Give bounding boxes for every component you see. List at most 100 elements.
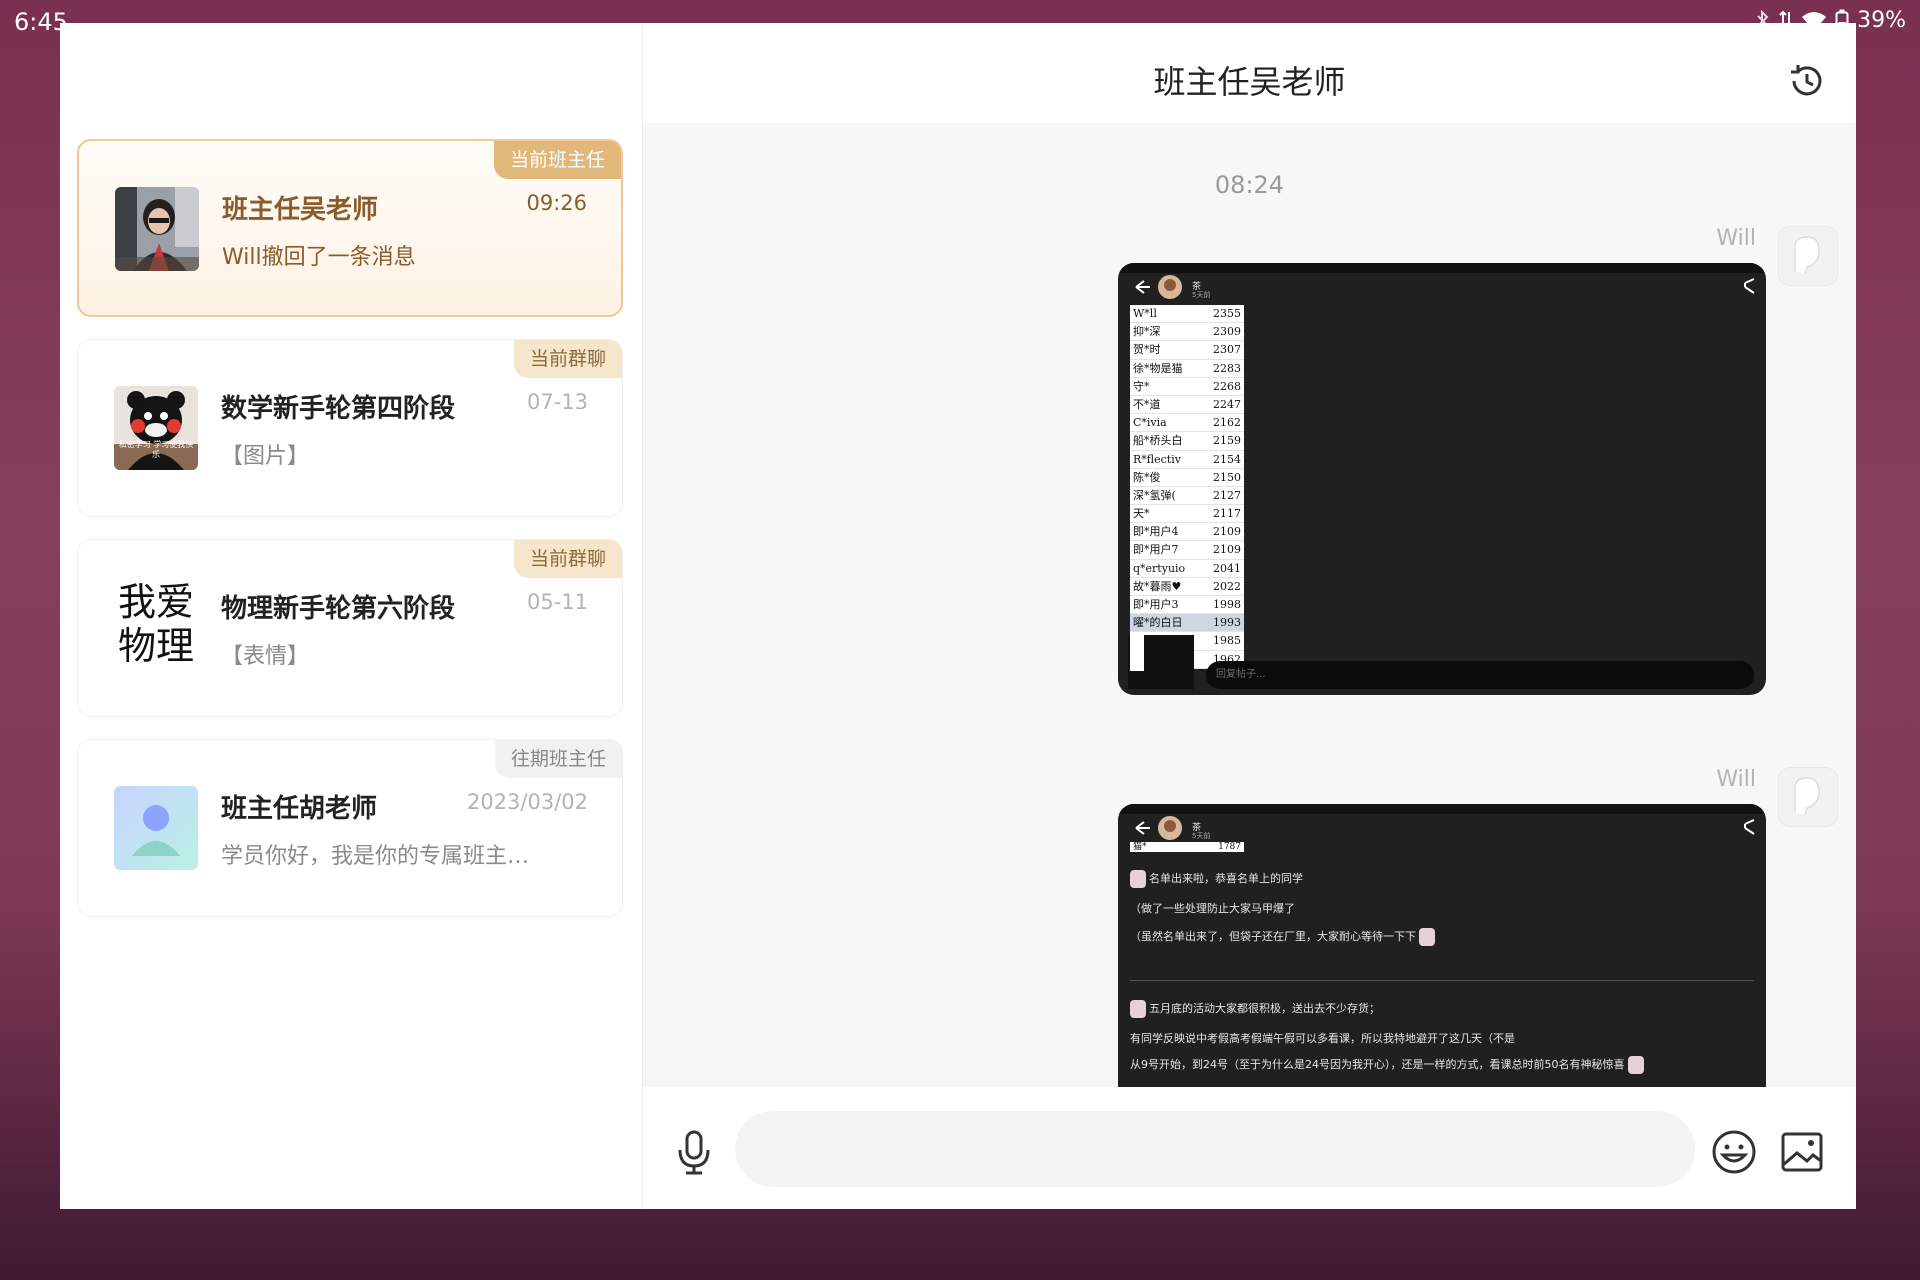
ranking-score: 2041	[1213, 561, 1241, 575]
conversation-name: 班主任吴老师	[222, 195, 379, 225]
ranking-score: 2307	[1213, 343, 1241, 357]
conversation-preview: 【表情】	[221, 644, 310, 669]
screenshot-header	[1135, 275, 1755, 299]
ranking-row: 船*桥头白 2159	[1130, 432, 1244, 451]
sender-avatar-icon	[1794, 236, 1820, 275]
screenshot-line: （虽然名单出来了，但袋子还在厂里，大家耐心等待一下下	[1130, 928, 1438, 946]
ranking-score: 2247	[1213, 397, 1241, 411]
ranking-name: 即*用户3	[1133, 598, 1179, 611]
conversation-name: 数学新手轮第四阶段	[221, 394, 456, 424]
ranking-score: 2154	[1213, 452, 1241, 466]
sticker-icon	[1130, 1000, 1146, 1018]
battery-percent: 39%	[1857, 8, 1906, 33]
screenshot-line-text: （虽然名单出来了，但袋子还在厂里，大家耐心等待一下下	[1130, 930, 1416, 943]
conversation-item-wu[interactable]: 当前班主任 班主任吴老师 09:26 Will撤回了一条消息	[77, 139, 623, 317]
sticker-icon	[1130, 870, 1146, 888]
conversation-preview: 学员你好，我是你的专属班主…	[221, 844, 530, 869]
sender-avatar[interactable]	[1778, 767, 1838, 827]
ranking-row: 徐*物是猫 2283	[1130, 360, 1244, 378]
conversation-item-math[interactable]: 当前群聊 私密学习 学习使我快乐 数学新手轮第四阶段 07-13 【图片】	[77, 339, 623, 517]
chat-pane: 班主任吴老师 08:24 Will 茶 5天前 W*ll 2355 抑*深 23…	[643, 23, 1856, 1209]
ranking-score: 2283	[1213, 361, 1241, 375]
ranking-name: 不*道	[1133, 397, 1161, 411]
screenshot-subtitle: 5天前	[1192, 291, 1211, 299]
screenshot-thumbnail	[1128, 635, 1194, 689]
ranking-name: 即*用户4	[1133, 525, 1179, 539]
microphone-icon[interactable]	[671, 1129, 717, 1175]
avatar-default-user	[114, 786, 198, 870]
avatar-text-physics: 我爱 物理	[114, 580, 198, 672]
ranking-name: 天*	[1133, 507, 1150, 521]
ranking-score: 2109	[1213, 525, 1241, 539]
message-sender: Will	[1716, 767, 1756, 792]
ranking-row: 深*氢弹( 2127	[1130, 487, 1244, 506]
screenshot-line: 从9号开始，到24号（至于为什么是24号因为我开心），还是一样的方式，看课总时前…	[1130, 1056, 1647, 1074]
avatar-teacher-wu	[115, 187, 199, 271]
ranking-name: 即*用户7	[1133, 543, 1179, 557]
ranking-score: 2355	[1213, 307, 1241, 320]
ranking-score: 2022	[1213, 579, 1241, 593]
screenshot-line: 五月底的活动大家都很积极，送出去不少存货；	[1130, 1000, 1380, 1018]
ranking-table: W*ll 2355 抑*深 2309 贺*时 2307 徐*物是猫 2283 守* 2268 不*道…	[1130, 305, 1244, 669]
ranking-score: 1985	[1213, 634, 1241, 648]
conversation-preview: Will撤回了一条消息	[222, 245, 416, 270]
conversation-item-physics[interactable]: 当前群聊 我爱 物理 物理新手轮第六阶段 05-11 【表情】	[77, 539, 623, 717]
ranking-row: 即*用户3 1998	[1130, 596, 1244, 615]
image-message[interactable]: 茶 5天前 猫* 1787 名单出来啦，恭喜名单上的同学 （做了一些处理防止大家…	[1118, 804, 1766, 1104]
conversation-badge: 往期班主任	[494, 740, 622, 778]
ranking-row: 抑*深 2309	[1130, 323, 1244, 342]
top-row-name: 猫*	[1133, 842, 1147, 852]
conversation-badge: 当前班主任	[493, 141, 621, 179]
ranking-name: 守*	[1133, 379, 1150, 393]
ranking-row: q*ertyuio 2041	[1130, 560, 1244, 578]
screenshot-line-text: 名单出来啦，恭喜名单上的同学	[1149, 872, 1303, 885]
emoji-icon[interactable]	[1711, 1129, 1757, 1175]
screenshot-header	[1135, 816, 1755, 840]
top-row-score: 1787	[1218, 842, 1241, 852]
avatar-text-line: 物理	[117, 624, 194, 668]
ranking-row: C*ivia 2162	[1130, 414, 1244, 433]
ranking-name: 深*氢弹(	[1133, 488, 1176, 502]
ranking-name: 抑*深	[1133, 325, 1161, 339]
screenshot-line: 有同学反映说中考假高考假端午假可以多看课，所以我特地避开了这几天（不是	[1130, 1032, 1515, 1045]
image-icon[interactable]	[1779, 1129, 1825, 1175]
ranking-name: q*ertyuio	[1133, 561, 1186, 575]
message-input[interactable]	[735, 1111, 1695, 1187]
sticker-icon	[1419, 928, 1435, 946]
screenshot-line: 名单出来啦，恭喜名单上的同学	[1130, 870, 1303, 888]
chat-header: 班主任吴老师	[643, 23, 1856, 123]
conversation-preview: 【图片】	[221, 444, 310, 469]
message-sender: Will	[1716, 226, 1756, 251]
conversation-badge: 当前群聊	[513, 540, 622, 578]
sender-avatar[interactable]	[1778, 226, 1838, 286]
ranking-name: 曜*的白日	[1133, 616, 1183, 630]
history-icon[interactable]	[1786, 61, 1826, 101]
ranking-name: C*ivia	[1133, 416, 1167, 430]
ranking-score: 2127	[1213, 488, 1241, 502]
ranking-row: W*ll 2355	[1130, 305, 1244, 324]
conversation-time: 09:26	[526, 191, 587, 215]
ranking-name: 船*桥头白	[1133, 434, 1183, 448]
avatar-kumamon: 私密学习 学习使我快乐	[114, 386, 198, 470]
ranking-name: 贺*时	[1133, 343, 1161, 357]
ranking-row: 即*用户7 2109	[1130, 541, 1244, 560]
ranking-row: 天* 2117	[1130, 505, 1244, 524]
avatar-text-line: 我爱	[117, 580, 194, 624]
ranking-row: 不*道 2247	[1130, 396, 1244, 415]
avatar-caption: 私密学习 学习使我快乐	[118, 440, 194, 459]
ranking-row: 贺*时 2307	[1130, 341, 1244, 360]
screenshot-reply-bar: 回复帖子...	[1206, 661, 1754, 689]
sticker-icon	[1627, 1056, 1644, 1074]
ranking-row: 故*暮雨♥ 2022	[1130, 578, 1244, 596]
ranking-score: 2150	[1213, 470, 1241, 484]
conversation-name: 物理新手轮第六阶段	[221, 594, 456, 624]
ranking-score: 2162	[1213, 416, 1241, 430]
input-bar	[643, 1087, 1856, 1209]
screenshot-line: （做了一些处理防止大家马甲爆了	[1130, 902, 1295, 915]
screenshot-subtitle: 5天前	[1192, 832, 1211, 840]
image-message[interactable]: 茶 5天前 W*ll 2355 抑*深 2309 贺*时 2307 徐*物是猫 2283 守* 2…	[1118, 263, 1766, 695]
conversation-name: 班主任胡老师	[221, 794, 378, 824]
ranking-score: 2159	[1213, 434, 1241, 448]
ranking-score: 2268	[1213, 379, 1241, 393]
conversation-item-hu[interactable]: 往期班主任 班主任胡老师 2023/03/02 学员你好，我是你的专属班主…	[77, 739, 623, 917]
